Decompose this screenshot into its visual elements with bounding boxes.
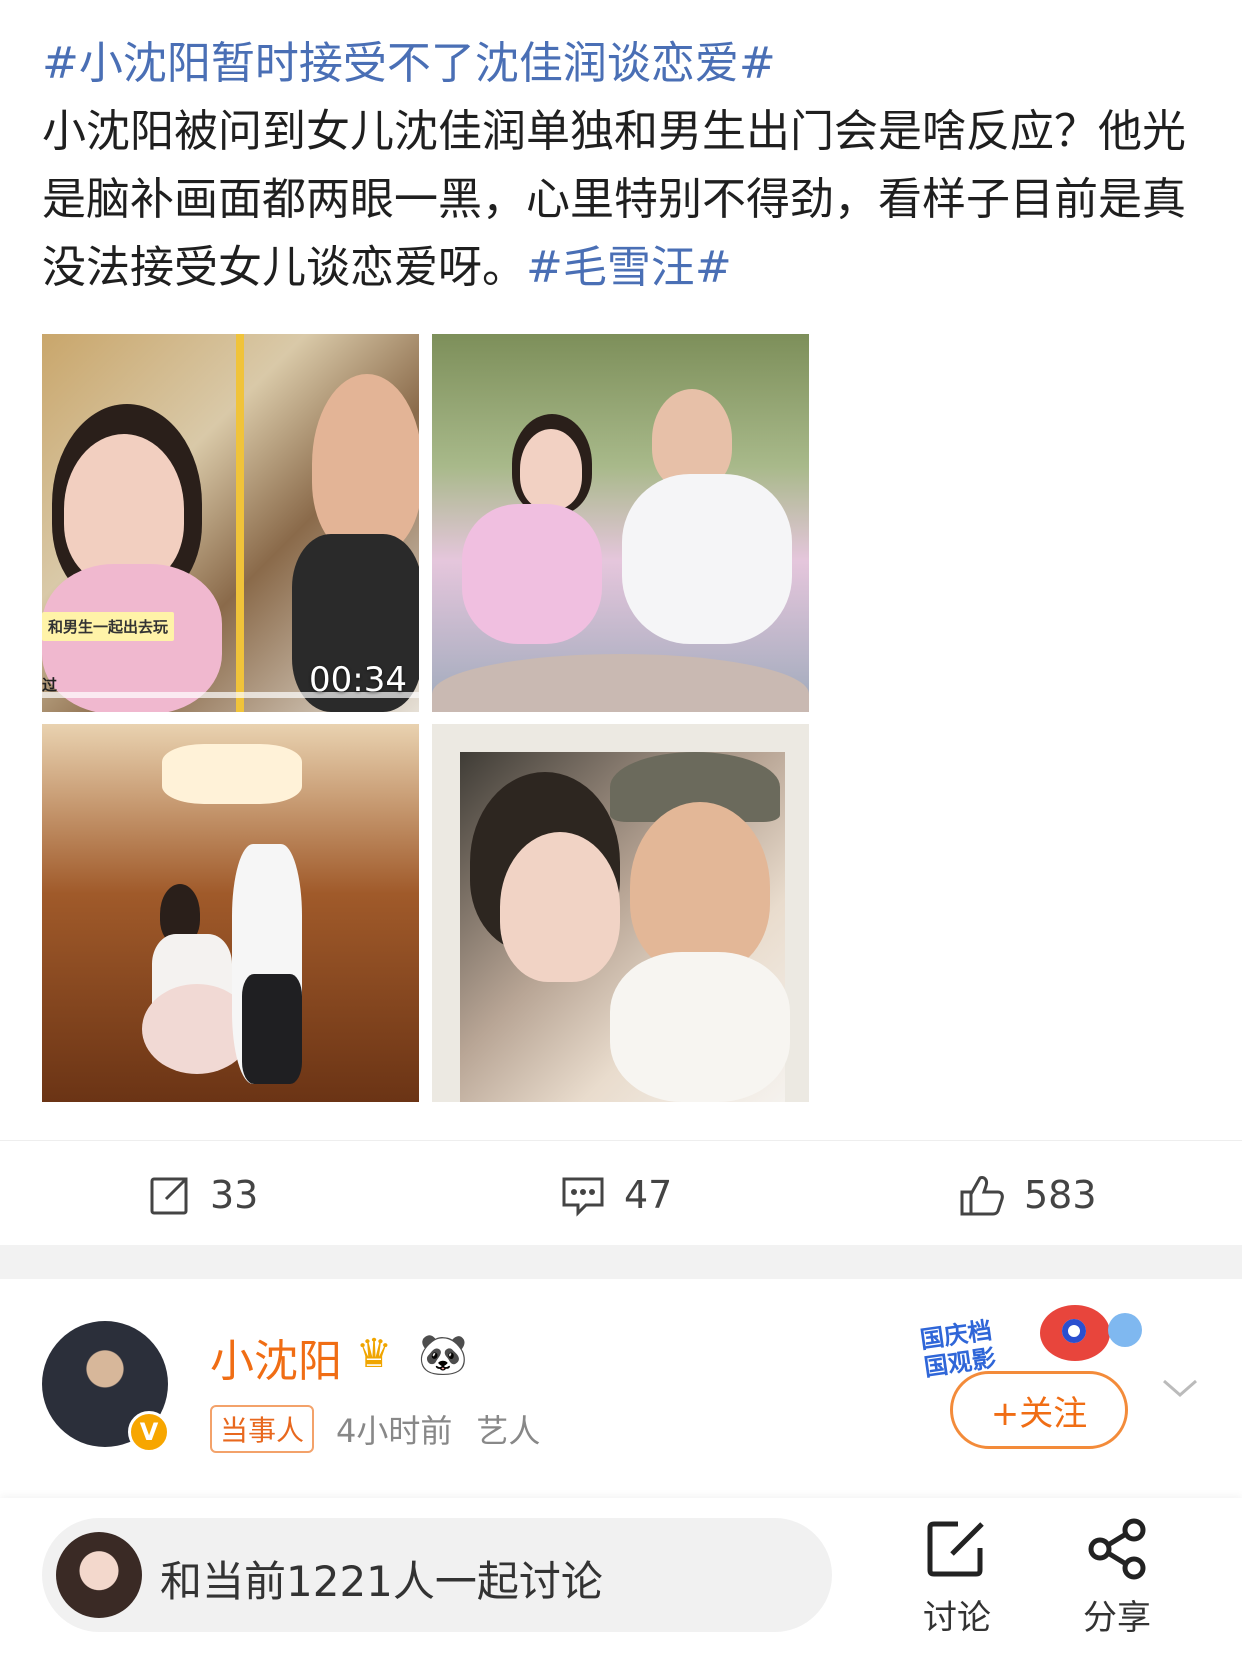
- author-row: V 小沈阳 ♛ 🐼 当事人 4小时前 艺人 国庆档 国观影 +关注: [0, 1279, 1242, 1499]
- repost-button[interactable]: 33: [148, 1167, 258, 1223]
- video-thumbnail[interactable]: 和男生一起出去玩 过 00:34: [42, 334, 419, 712]
- action-bar: 33 47 583: [0, 1140, 1242, 1250]
- section-divider: [0, 1245, 1242, 1279]
- share-label: 分享: [1083, 1598, 1151, 1638]
- bottom-bar: 和当前1221人一起讨论 讨论 分享: [0, 1498, 1242, 1660]
- verified-icon: V: [128, 1411, 170, 1453]
- comment-button[interactable]: 47: [560, 1167, 672, 1223]
- repost-icon: [150, 1177, 188, 1215]
- share-icon: [1088, 1518, 1146, 1580]
- discuss-label: 讨论: [923, 1598, 991, 1638]
- panda-icon: 🐼: [418, 1332, 468, 1378]
- comment-count: 47: [624, 1173, 673, 1217]
- photo-4[interactable]: [432, 724, 809, 1102]
- my-avatar: [56, 1532, 142, 1618]
- chevron-down-icon[interactable]: [1160, 1373, 1200, 1403]
- film-reel-icon: [1108, 1313, 1142, 1347]
- discussion-input[interactable]: 和当前1221人一起讨论: [42, 1518, 832, 1632]
- author-role: 艺人: [476, 1412, 541, 1450]
- author-name[interactable]: 小沈阳: [210, 1325, 342, 1389]
- like-count: 583: [1024, 1173, 1097, 1217]
- photo-2[interactable]: [432, 334, 809, 712]
- repost-count: 33: [210, 1173, 259, 1217]
- video-caption: 和男生一起出去玩: [42, 612, 175, 641]
- crown-icon: ♛: [356, 1331, 392, 1377]
- topic-link[interactable]: #毛雪汪#: [526, 242, 732, 293]
- comment-icon: [562, 1177, 604, 1217]
- involved-party-tag: 当事人: [210, 1405, 315, 1453]
- photo-grid: 和男生一起出去玩 过 00:34: [42, 334, 812, 1102]
- mascot-icon: [1040, 1305, 1110, 1361]
- share-button[interactable]: 分享: [1062, 1516, 1172, 1639]
- discussion-placeholder: 和当前1221人一起讨论: [160, 1557, 603, 1606]
- video-stripe: [236, 334, 244, 712]
- photo-3[interactable]: [42, 724, 419, 1102]
- video-duration: 00:34: [309, 660, 407, 700]
- topic-link[interactable]: #小沈阳暂时接受不了沈佳润谈恋爱#: [42, 38, 776, 89]
- thumbs-up-icon: [960, 1176, 1004, 1216]
- post-text: #小沈阳暂时接受不了沈佳润谈恋爱# 小沈阳被问到女儿沈佳润单独和男生出门会是啥反…: [42, 30, 1202, 302]
- follow-button[interactable]: +关注: [950, 1371, 1128, 1449]
- post-time: 4小时前: [336, 1412, 453, 1450]
- discuss-button[interactable]: 讨论: [902, 1516, 1012, 1639]
- edit-icon: [927, 1521, 984, 1577]
- author-meta: 当事人 4小时前 艺人: [210, 1405, 540, 1453]
- like-button[interactable]: 583: [958, 1167, 1097, 1223]
